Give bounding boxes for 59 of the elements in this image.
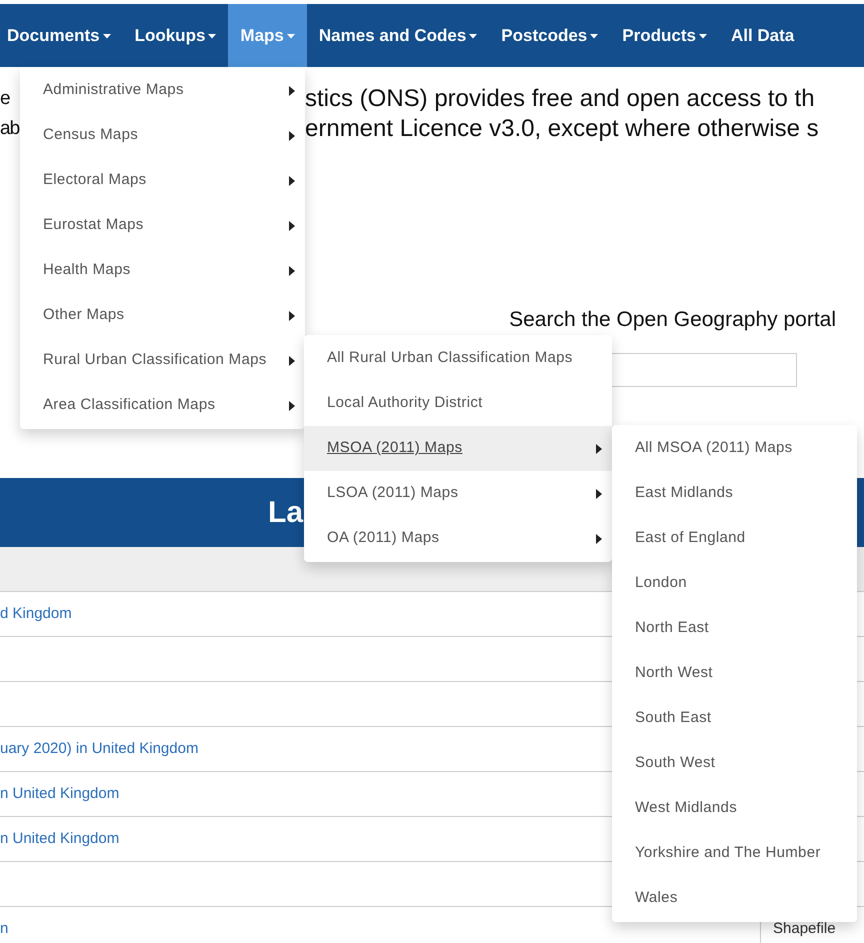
menu-item[interactable]: North East <box>612 606 857 651</box>
menu-item[interactable]: Health Maps <box>20 248 305 293</box>
caret-icon <box>102 34 111 39</box>
submenu-arrow-icon <box>596 488 602 498</box>
submenu-arrow-icon <box>289 220 295 230</box>
menu-item[interactable]: All Rural Urban Classification Maps <box>304 336 612 381</box>
menu-item[interactable]: South West <box>612 741 857 786</box>
submenu-arrow-icon <box>289 400 295 410</box>
caret-icon <box>286 34 295 39</box>
table-link[interactable]: n United Kingdom <box>0 828 120 850</box>
caret-icon <box>698 34 707 39</box>
menu-item[interactable]: Administrative Maps <box>20 68 305 113</box>
menu-item[interactable]: London <box>612 561 857 606</box>
table-link[interactable]: n <box>0 918 8 940</box>
submenu-arrow-icon <box>596 534 602 544</box>
menu-item[interactable]: Other Maps <box>20 293 305 338</box>
nav-item[interactable]: All Data <box>718 4 806 67</box>
submenu-arrow-icon <box>596 444 602 454</box>
menu-item[interactable]: MSOA (2011) Maps <box>304 426 612 471</box>
menu-item[interactable]: East Midlands <box>612 471 857 516</box>
intro-text: ernment Licence v3.0, except where otherwise s <box>305 114 820 144</box>
table-cell-text: Shapefile <box>773 918 836 939</box>
intro-text: e <box>0 87 10 111</box>
intro-text: ab <box>0 117 20 141</box>
menu-item[interactable]: Wales <box>612 876 857 921</box>
search-heading: Search the Open Geography portal <box>509 307 836 333</box>
banner-title: La <box>268 495 304 531</box>
menu-item[interactable]: Rural Urban Classification Maps <box>20 338 305 383</box>
menu-item[interactable]: Local Authority District <box>304 381 612 426</box>
nav-item[interactable]: Names and Codes <box>306 4 490 67</box>
table-link[interactable]: n United Kingdom <box>0 782 120 806</box>
submenu-arrow-icon <box>289 266 295 276</box>
nav-item[interactable]: Products <box>610 4 719 67</box>
caret-icon <box>208 34 216 39</box>
menu-item[interactable]: Electoral Maps <box>20 158 305 203</box>
menu-item[interactable]: South East <box>612 696 857 741</box>
menu-item[interactable]: OA (2011) Maps <box>304 516 612 561</box>
caret-icon <box>590 34 598 39</box>
intro-text: stics (ONS) provides free and open access to th <box>305 84 816 114</box>
submenu-arrow-icon <box>289 86 295 96</box>
menu-item[interactable]: All MSOA (2011) Maps <box>612 426 857 471</box>
submenu-arrow-icon <box>289 130 295 140</box>
nav-item[interactable]: Documents <box>0 4 123 67</box>
caret-icon <box>469 34 478 39</box>
nav-item[interactable]: Lookups <box>122 4 228 67</box>
submenu-arrow-icon <box>289 356 295 366</box>
submenu-arrow-icon <box>289 176 295 186</box>
menu-item[interactable]: East of England <box>612 516 857 561</box>
table-link[interactable]: uary 2020) in United Kingdom <box>0 738 198 760</box>
menu-item[interactable]: Area Classification Maps <box>20 383 305 428</box>
menu-item[interactable]: Census Maps <box>20 113 305 158</box>
menu-item[interactable]: Eurostat Maps <box>20 203 305 248</box>
menu-item[interactable]: West Midlands <box>612 786 857 831</box>
menu-item[interactable]: LSOA (2011) Maps <box>304 471 612 516</box>
menu-item[interactable]: North West <box>612 651 857 696</box>
menu-item[interactable]: Yorkshire and The Humber <box>612 831 857 876</box>
submenu-arrow-icon <box>289 310 295 320</box>
table-link[interactable]: d Kingdom <box>0 602 72 626</box>
nav-item[interactable]: Postcodes <box>489 4 610 67</box>
